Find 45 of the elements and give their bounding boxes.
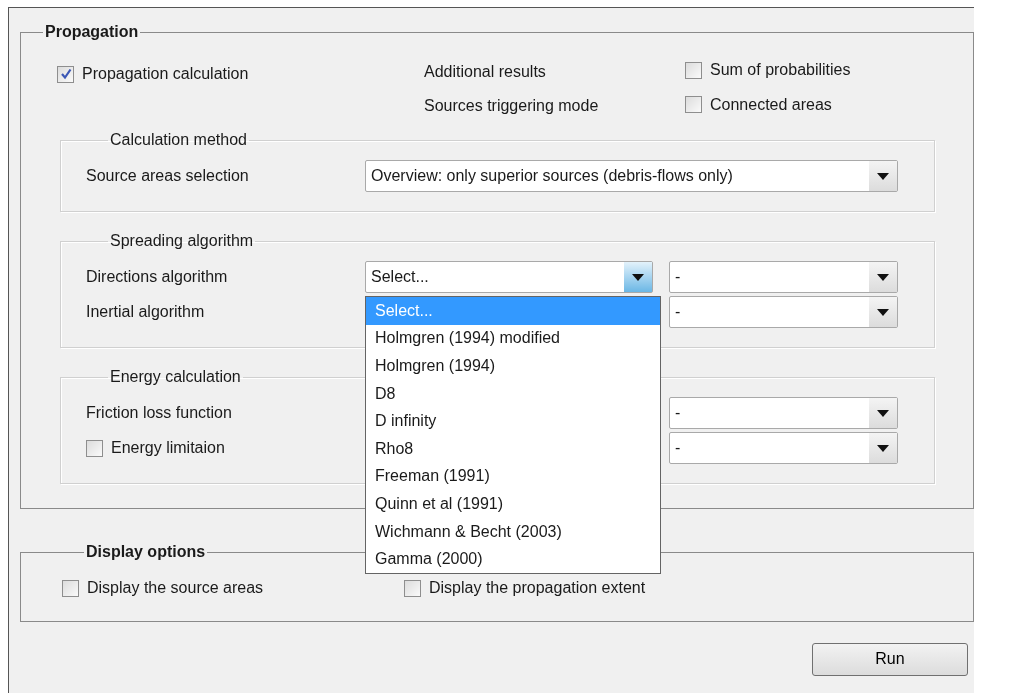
checkbox-label: Energy limitaion	[111, 439, 225, 457]
dropdown[interactable]: Overview: only superior sources (debris-flows only)	[365, 160, 898, 192]
group-title: Display options	[85, 543, 207, 561]
option-label: Sources triggering mode	[424, 97, 600, 116]
dropdown[interactable]: -	[669, 397, 898, 429]
checkbox-label: Sum of probabilities	[710, 61, 851, 79]
dropdown[interactable]: -	[669, 261, 898, 293]
caret-icon	[877, 172, 889, 180]
dropdown-option[interactable]: Freeman (1991)	[366, 462, 660, 491]
checkbox[interactable]	[685, 96, 702, 113]
checkmark-icon	[59, 68, 72, 80]
dropdown-option[interactable]: Rho8	[366, 434, 660, 463]
field-label: Directions algorithm	[86, 268, 229, 286]
dropdown[interactable]: -	[669, 432, 898, 464]
dropdown-option[interactable]: Holmgren (1994)	[366, 352, 660, 380]
checkbox[interactable]	[404, 579, 421, 597]
caret-icon	[877, 273, 889, 281]
caret-icon	[877, 409, 889, 417]
checkbox[interactable]	[62, 579, 79, 597]
run-button[interactable]: Run	[812, 642, 968, 676]
checkbox-label: Propagation calculation	[82, 65, 249, 83]
dropdown[interactable]: -	[669, 296, 898, 328]
caret-icon	[632, 273, 644, 281]
caret-icon	[877, 308, 889, 316]
checkbox[interactable]	[685, 61, 702, 79]
checkbox[interactable]	[57, 65, 74, 83]
dropdown-option[interactable]: Gamma (2000)	[366, 545, 660, 573]
caret-icon	[877, 444, 889, 452]
checkbox-label: Display the propagation extent	[429, 579, 646, 597]
group-title: Energy calculation	[109, 368, 242, 386]
dropdown-option[interactable]: Wichmann & Becht (2003)	[366, 517, 660, 546]
option-label: Additional results	[424, 62, 547, 81]
field-label: Source areas selection	[86, 167, 250, 185]
checkbox-label: Display the source areas	[87, 579, 264, 597]
checkbox[interactable]	[86, 439, 103, 457]
checkbox-label: Connected areas	[710, 95, 832, 114]
dropdown-option[interactable]: Holmgren (1994) modified	[366, 324, 660, 353]
dropdown-option[interactable]: D infinity	[366, 407, 660, 435]
group-title: Propagation	[44, 23, 140, 41]
group-title: Calculation method	[109, 131, 248, 149]
dropdown-option[interactable]: Quinn et al (1991)	[366, 490, 660, 518]
field-label: Friction loss function	[86, 404, 233, 422]
group-title: Spreading algorithm	[109, 232, 255, 250]
dropdown-option[interactable]: D8	[366, 379, 660, 408]
field-label: Inertial algorithm	[86, 303, 206, 321]
